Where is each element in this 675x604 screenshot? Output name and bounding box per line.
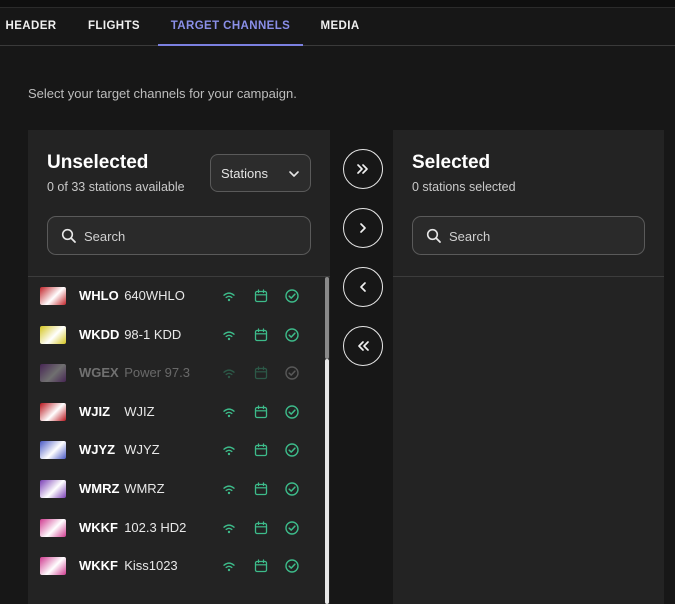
unselected-count: 0 of 33 stations available xyxy=(47,180,185,194)
station-logo xyxy=(40,402,66,421)
station-name: 102.3 HD2 xyxy=(124,519,187,535)
station-row[interactable]: WKDD 98-1 KDD xyxy=(28,316,324,354)
station-row[interactable]: WGEX Power 97.3 xyxy=(28,354,324,392)
selected-panel: Selected 0 stations selected Search xyxy=(393,130,664,604)
station-logo xyxy=(40,325,66,344)
station-logo xyxy=(40,441,66,460)
wifi-icon xyxy=(223,408,235,417)
station-call-sign: WKDD xyxy=(79,326,120,342)
station-row[interactable]: WJIZ WJIZ xyxy=(28,393,324,431)
station-row[interactable]: WKKF 102.3 HD2 xyxy=(28,509,324,547)
wifi-icon xyxy=(223,369,235,379)
search-icon xyxy=(61,228,76,243)
calendar-icon xyxy=(254,366,268,380)
station-call-sign: WGEX xyxy=(79,365,119,381)
station-name: Kiss1023 xyxy=(124,558,178,574)
calendar-icon xyxy=(254,289,268,303)
check-circle-icon xyxy=(285,482,299,496)
station-name: 640WHLO xyxy=(124,288,185,303)
chevrons-left-icon xyxy=(358,341,369,351)
station-type-select[interactable]: Stations xyxy=(210,154,311,192)
check-circle-icon xyxy=(285,289,299,303)
unselected-search-input[interactable]: Search xyxy=(47,216,311,255)
check-circle-icon xyxy=(285,520,299,535)
station-name: Power 97.3 xyxy=(124,365,190,381)
move-all-left-button[interactable] xyxy=(343,326,383,366)
calendar-icon xyxy=(254,559,268,573)
station-logo xyxy=(40,364,66,383)
calendar-icon xyxy=(254,327,268,341)
chevrons-right-icon xyxy=(357,164,368,174)
station-list: WHLO 640WHLO WKDD 98-1 KDD WGEX Power 97.3 WJI… xyxy=(28,277,330,604)
app-root: HEADER FLIGHTS TARGET CHANNELS MEDIA Sel… xyxy=(0,0,675,604)
station-call-sign: WJYZ xyxy=(79,442,116,458)
scrollbar-track xyxy=(325,359,329,604)
chevron-left-icon xyxy=(360,282,366,292)
check-circle-icon xyxy=(285,443,299,458)
calendar-icon xyxy=(254,520,268,534)
top-bar xyxy=(0,0,675,8)
search-placeholder: Search xyxy=(449,229,491,244)
wifi-icon xyxy=(223,446,235,456)
station-row[interactable]: WHLO 640WHLO xyxy=(28,277,324,315)
station-row[interactable]: WMRZ WMRZ xyxy=(28,470,324,508)
station-name: 98-1 KDD xyxy=(124,326,182,342)
move-right-button[interactable] xyxy=(343,208,383,248)
wifi-icon xyxy=(223,485,235,495)
selected-divider xyxy=(393,276,664,277)
check-circle-icon xyxy=(285,405,299,419)
wifi-icon xyxy=(223,523,235,533)
tab-flights[interactable]: FLIGHTS xyxy=(80,8,148,46)
station-logo xyxy=(40,557,66,576)
station-row[interactable]: WKKF Kiss1023 xyxy=(28,547,324,585)
station-logo xyxy=(40,480,66,498)
station-call-sign: WKKF xyxy=(79,558,118,574)
wifi-icon xyxy=(223,330,235,340)
station-name: WJYZ xyxy=(124,442,160,458)
station-logo xyxy=(40,287,66,305)
station-call-sign: WKKF xyxy=(79,519,118,535)
search-placeholder: Search xyxy=(84,229,126,244)
page-intro: Select your target channels for your cam… xyxy=(28,86,297,101)
station-row[interactable]: WJYZ WJYZ xyxy=(28,431,324,469)
scrollbar-thumb[interactable] xyxy=(325,277,329,359)
calendar-icon xyxy=(254,482,268,496)
selected-search-input[interactable]: Search xyxy=(412,216,645,255)
selected-title: Selected xyxy=(412,152,491,173)
tab-bar: HEADER FLIGHTS TARGET CHANNELS MEDIA xyxy=(0,8,675,46)
station-call-sign: WHLO xyxy=(79,288,119,303)
calendar-icon xyxy=(254,405,268,418)
station-name: WMRZ xyxy=(124,481,165,496)
station-logo xyxy=(40,518,66,537)
calendar-icon xyxy=(254,443,268,457)
move-all-right-button[interactable] xyxy=(343,149,383,189)
unselected-panel: Unselected 0 of 33 stations available St… xyxy=(28,130,330,604)
station-name: WJIZ xyxy=(124,403,155,419)
selected-count: 0 stations selected xyxy=(412,180,516,194)
wifi-icon xyxy=(223,292,235,302)
check-circle-icon xyxy=(285,327,299,342)
station-type-value: Stations xyxy=(221,166,268,181)
station-list-scrollbar[interactable] xyxy=(325,277,330,604)
station-call-sign: WJIZ xyxy=(79,403,111,419)
tab-target-channels[interactable]: TARGET CHANNELS xyxy=(158,8,303,46)
chevron-right-icon xyxy=(360,223,366,233)
unselected-title: Unselected xyxy=(47,152,149,173)
tab-media[interactable]: MEDIA xyxy=(312,8,368,46)
chevron-down-icon xyxy=(289,171,299,177)
check-circle-icon xyxy=(285,559,299,573)
move-left-button[interactable] xyxy=(343,267,383,307)
search-icon xyxy=(426,228,441,243)
check-circle-icon xyxy=(285,366,299,380)
station-call-sign: WMRZ xyxy=(79,481,120,496)
wifi-icon xyxy=(223,562,235,572)
tab-header[interactable]: HEADER xyxy=(0,8,62,46)
